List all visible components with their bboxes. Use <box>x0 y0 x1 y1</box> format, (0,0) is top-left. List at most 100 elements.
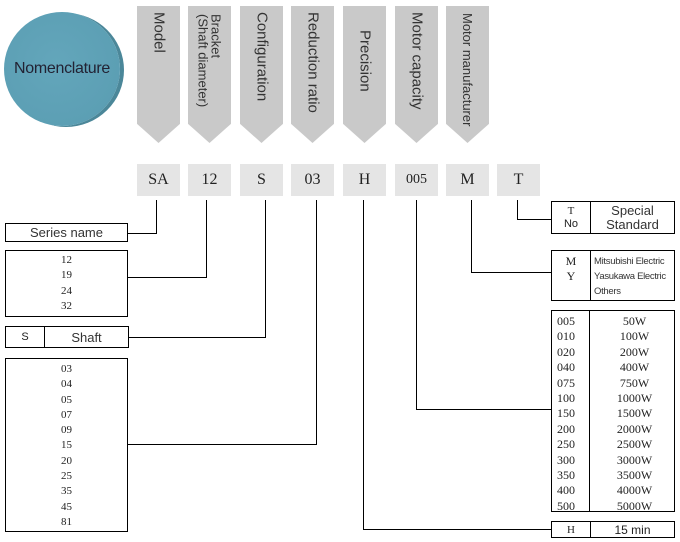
bracket-option: 32 <box>61 299 72 312</box>
special-box: T No Special Standard <box>551 201 675 234</box>
header-model: Model <box>137 6 180 143</box>
configuration-code: S <box>6 327 45 347</box>
connector-special <box>517 200 518 220</box>
header-label-bracket-line2: (Shaft diameter) <box>195 14 211 108</box>
special-codes: T No <box>552 202 591 233</box>
code-motor-manufacturer: M <box>446 164 489 196</box>
connector-precision-h <box>363 529 551 530</box>
series-name-label: Series name <box>30 225 103 240</box>
connector-reduction-ratio <box>316 200 317 445</box>
bracket-option: 19 <box>61 269 72 282</box>
ratio-option: 09 <box>61 424 72 437</box>
connector-configuration <box>265 200 266 338</box>
connector-motor-capacity-h <box>416 409 551 410</box>
connector-special-h <box>517 219 551 220</box>
capacity-row: 020 200W <box>552 345 674 360</box>
capacity-watts: 4000W <box>616 483 653 498</box>
connector-bracket-h <box>127 277 207 278</box>
nomenclature-badge: Nomenclature <box>4 12 120 126</box>
manufacturer-codes: M Y <box>552 251 591 300</box>
connector-motor-manufacturer <box>471 200 472 273</box>
header-label-model: Model <box>150 12 168 53</box>
capacity-watts: 200W <box>619 344 650 359</box>
capacity-watts: 1500W <box>616 406 653 421</box>
configuration-label: Shaft <box>71 329 102 345</box>
capacity-row: 150 1500W <box>552 406 674 421</box>
ratio-option: 35 <box>61 485 72 498</box>
ratio-option: 81 <box>61 515 72 528</box>
capacity-watts: 2500W <box>616 437 653 452</box>
code-motor-capacity: 005 <box>395 164 438 196</box>
header-label-motor-capacity: Motor capacity <box>408 12 426 110</box>
manufacturer-box: M Y Mitsubishi Electric Yasukawa Electri… <box>551 250 675 301</box>
header-label-bracket-line1: Bracket <box>208 14 224 59</box>
special-code-t: T <box>567 204 575 217</box>
connector-configuration-h <box>127 337 266 338</box>
header-bracket: Bracket (Shaft diameter) <box>188 6 231 143</box>
capacity-watts: 750W <box>619 375 650 390</box>
ratio-option: 03 <box>61 363 72 375</box>
motor-capacity-divider <box>589 311 590 511</box>
bracket-options-box: 12 19 24 32 <box>5 250 128 317</box>
header-label-configuration: Configuration <box>253 12 271 102</box>
connector-motor-manufacturer-h <box>471 272 551 273</box>
header-configuration: Configuration <box>240 6 283 143</box>
header-label-reduction-ratio: Reduction ratio <box>304 12 322 113</box>
ratio-option: 07 <box>61 408 72 421</box>
header-reduction-ratio: Reduction ratio <box>291 6 334 143</box>
capacity-watts: 2000W <box>616 421 653 436</box>
code-precision: H <box>343 164 386 196</box>
special-label: Special <box>611 202 654 218</box>
header-motor-manufacturer: Motor manufacturer <box>446 6 489 143</box>
code-reduction-ratio: 03 <box>291 164 334 196</box>
special-labels: Special Standard <box>591 202 674 233</box>
capacity-row: 075 750W <box>552 376 674 391</box>
standard-label: Standard <box>606 216 659 232</box>
connector-bracket <box>206 200 207 278</box>
nomenclature-title: Nomenclature <box>13 60 110 77</box>
reduction-ratio-box: 03 04 05 07 09 15 20 25 35 45 81 <box>5 358 128 532</box>
ratio-option: 20 <box>61 454 72 467</box>
capacity-watts: 1000W <box>616 391 653 406</box>
precision-code: H <box>552 522 591 537</box>
capacity-row: 250 2500W <box>552 437 674 452</box>
capacity-watts: 5000W <box>616 498 653 513</box>
capacity-row: 400 4000W <box>552 483 674 498</box>
connector-model-h <box>127 233 157 234</box>
ratio-option: 45 <box>61 500 72 513</box>
configuration-box: S Shaft <box>5 326 129 348</box>
manufacturer-others: Others <box>594 286 621 297</box>
capacity-row: 300 3000W <box>552 453 674 468</box>
capacity-watts: 3500W <box>616 468 653 483</box>
header-precision: Precision <box>343 6 386 143</box>
manufacturer-labels: Mitsubishi Electric Yasukawa Electric Ot… <box>591 251 674 300</box>
capacity-row: 500 5000W <box>552 499 674 514</box>
ratio-option: 15 <box>61 439 72 452</box>
precision-box: H 15 min <box>551 521 675 538</box>
precision-label: 15 min <box>614 522 651 537</box>
bracket-option: 12 <box>61 254 72 266</box>
capacity-row: 010 100W <box>552 329 674 344</box>
code-model: SA <box>137 164 180 196</box>
connector-motor-capacity <box>416 200 417 410</box>
header-label-motor-manufacturer: Motor manufacturer <box>460 13 475 127</box>
capacity-watts: 3000W <box>616 452 653 467</box>
series-name-box: Series name <box>5 223 128 242</box>
capacity-watts: 50W <box>622 314 647 328</box>
capacity-row: 350 3500W <box>552 468 674 483</box>
code-configuration: S <box>240 164 283 196</box>
header-label-bracket: Bracket (Shaft diameter) <box>195 14 224 108</box>
ratio-option: 05 <box>61 393 72 406</box>
connector-model <box>156 200 157 234</box>
header-motor-capacity: Motor capacity <box>395 6 438 143</box>
connector-precision <box>363 200 364 530</box>
code-special: T <box>497 164 540 196</box>
header-label-precision: Precision <box>356 30 374 92</box>
code-bracket: 12 <box>188 164 231 196</box>
manufacturer-code-m: M <box>565 254 577 268</box>
special-code-no: No <box>563 217 579 230</box>
capacity-row: 040 400W <box>552 360 674 375</box>
capacity-watts: 400W <box>619 360 650 375</box>
manufacturer-code-y: Y <box>566 269 576 283</box>
motor-capacity-table: 005 50W 010 100W 020 200W 040 400W 075 750W 1… <box>551 310 675 514</box>
